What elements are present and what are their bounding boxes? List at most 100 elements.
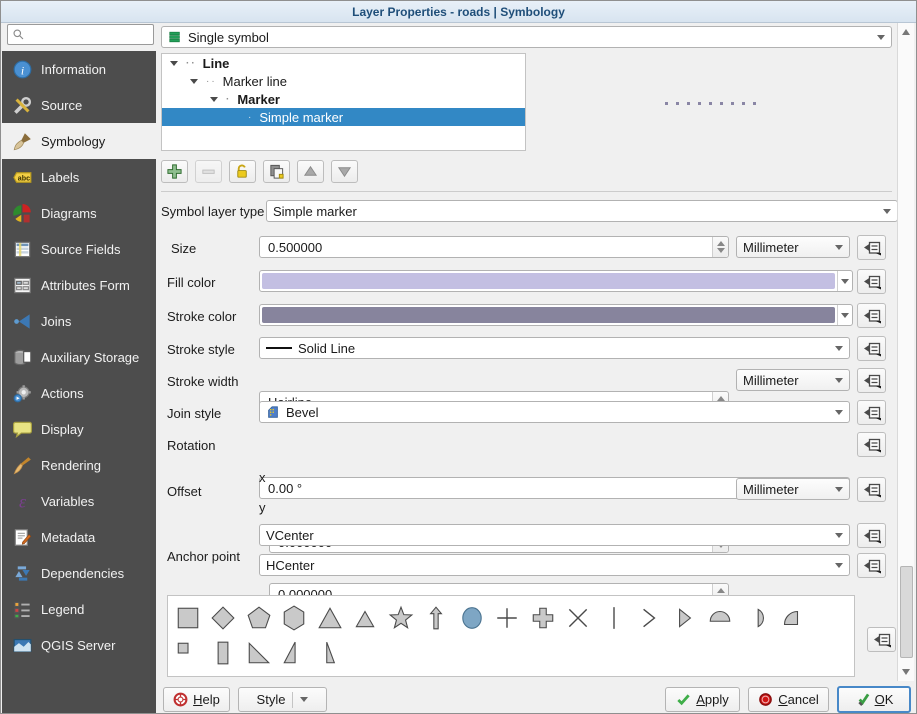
offset-x-label: x <box>259 470 266 485</box>
sidebar-item-symbology[interactable]: Symbology <box>2 123 156 159</box>
move-up-button[interactable] <box>297 160 324 183</box>
scrollbar-thumb[interactable] <box>900 566 913 658</box>
tree-item-simple-marker[interactable]: · Simple marker <box>162 108 525 126</box>
shape-cross[interactable] <box>490 600 526 635</box>
stroke-color-button[interactable] <box>259 304 853 326</box>
offset-unit-combobox[interactable]: Millimeter <box>736 478 850 500</box>
shape-left-half-triangle[interactable] <box>312 635 348 670</box>
stroke-style-combobox[interactable]: Solid Line <box>259 337 850 359</box>
add-symbol-layer-button[interactable] <box>161 160 188 183</box>
stroke-width-unit-combobox[interactable]: Millimeter <box>736 369 850 391</box>
shape-circle[interactable] <box>454 600 490 635</box>
fill-color-dropdown[interactable] <box>837 271 852 291</box>
anchor-hcenter-combobox[interactable]: HCenter <box>259 554 850 576</box>
lock-colors-button[interactable] <box>229 160 256 183</box>
sidebar-item-display[interactable]: Display <box>2 411 156 447</box>
sidebar-item-joins[interactable]: Joins <box>2 303 156 339</box>
fill-color-button[interactable] <box>259 270 853 292</box>
search-input[interactable] <box>25 27 149 43</box>
sidebar-item-variables[interactable]: ε Variables <box>2 483 156 519</box>
size-spinbox[interactable] <box>259 236 729 258</box>
size-unit-combobox[interactable]: Millimeter <box>736 236 850 258</box>
shape-cross2[interactable] <box>561 600 597 635</box>
shape-pentagon[interactable] <box>241 600 277 635</box>
style-button[interactable]: Style <box>238 687 327 712</box>
shape-equilateral-triangle[interactable] <box>348 600 384 635</box>
data-defined-override-button[interactable] <box>857 269 886 294</box>
shape-cross-fill[interactable] <box>525 600 561 635</box>
data-defined-override-button[interactable] <box>857 523 886 548</box>
data-defined-override-icon <box>862 238 882 258</box>
data-defined-override-button[interactable] <box>857 477 886 502</box>
data-defined-override-button[interactable] <box>857 400 886 425</box>
tree-item-marker[interactable]: · Marker <box>162 90 525 108</box>
data-defined-override-button[interactable] <box>857 303 886 328</box>
move-down-button[interactable] <box>331 160 358 183</box>
stroke-color-dropdown[interactable] <box>837 305 852 325</box>
shape-line[interactable] <box>596 600 632 635</box>
remove-symbol-layer-button[interactable] <box>195 160 222 183</box>
shape-arrow[interactable] <box>419 600 455 635</box>
tree-item-line[interactable]: ·· Line <box>162 54 525 72</box>
sidebar-item-source[interactable]: Source <box>2 87 156 123</box>
shape-filled-arrowhead[interactable] <box>667 600 703 635</box>
expander-icon[interactable] <box>190 79 198 84</box>
shape-quarter-circle[interactable] <box>774 600 810 635</box>
scroll-up-icon[interactable] <box>902 29 910 35</box>
title-bar[interactable]: Layer Properties - roads | Symbology <box>1 1 916 23</box>
vertical-scrollbar[interactable] <box>897 23 914 681</box>
data-defined-override-button[interactable] <box>857 553 886 578</box>
shape-diamond[interactable] <box>206 600 242 635</box>
cancel-button[interactable]: Cancel <box>748 687 829 712</box>
scroll-down-icon[interactable] <box>902 669 910 675</box>
shape-semicircle[interactable] <box>703 600 739 635</box>
anchor-vcenter-combobox[interactable]: VCenter <box>259 524 850 546</box>
ok-button[interactable]: OK <box>837 686 911 713</box>
sidebar-item-labels[interactable]: abc Labels <box>2 159 156 195</box>
symbology-icon <box>12 131 32 151</box>
help-button[interactable]: Help <box>163 687 230 712</box>
shape-third-circle[interactable] <box>738 600 774 635</box>
shape-arrowhead[interactable] <box>632 600 668 635</box>
symbol-layer-type-combobox[interactable]: Simple marker <box>266 200 898 222</box>
sidebar-item-qgis-server[interactable]: QGIS Server <box>2 627 156 663</box>
unit-value: Millimeter <box>743 373 799 388</box>
tree-item-marker-line[interactable]: ·· Marker line <box>162 72 525 90</box>
shape-half-square[interactable] <box>206 635 242 670</box>
sidebar-item-attributes-form[interactable]: Attributes Form <box>2 267 156 303</box>
duplicate-symbol-layer-button[interactable] <box>263 160 290 183</box>
symbol-layer-toolbar <box>161 160 358 183</box>
expander-icon[interactable] <box>210 97 218 102</box>
shape-hexagon[interactable] <box>277 600 313 635</box>
shape-triangle[interactable] <box>312 600 348 635</box>
shape-square[interactable] <box>170 600 206 635</box>
line-symbol-icon: ·· <box>186 58 197 69</box>
data-defined-override-button[interactable] <box>857 336 886 361</box>
shape-quarter-square[interactable] <box>170 635 206 670</box>
spin-buttons[interactable] <box>712 237 728 257</box>
legend-icon <box>12 599 32 619</box>
sidebar-item-legend[interactable]: Legend <box>2 591 156 627</box>
sidebar-item-source-fields[interactable]: Source Fields <box>2 231 156 267</box>
renderer-combobox[interactable]: Single symbol <box>161 26 892 48</box>
sidebar-item-metadata[interactable]: Metadata <box>2 519 156 555</box>
sidebar-item-dependencies[interactable]: Dependencies <box>2 555 156 591</box>
data-defined-override-button[interactable] <box>857 368 886 393</box>
apply-button[interactable]: Apply <box>665 687 740 712</box>
sidebar-item-information[interactable]: i Information <box>2 51 156 87</box>
sidebar-item-rendering[interactable]: Rendering <box>2 447 156 483</box>
sidebar-search[interactable] <box>7 24 154 45</box>
expander-icon[interactable] <box>170 61 178 66</box>
sidebar-item-actions[interactable]: Actions <box>2 375 156 411</box>
sidebar-item-auxiliary-storage[interactable]: Auxiliary Storage <box>2 339 156 375</box>
shape-star[interactable] <box>383 600 419 635</box>
size-input[interactable] <box>266 238 712 256</box>
sidebar-item-label: Attributes Form <box>41 278 130 293</box>
shape-right-half-triangle[interactable] <box>277 635 313 670</box>
join-style-combobox[interactable]: Bevel <box>259 401 850 423</box>
data-defined-override-button[interactable] <box>857 432 886 457</box>
data-defined-override-button[interactable] <box>857 235 886 260</box>
sidebar-item-diagrams[interactable]: Diagrams <box>2 195 156 231</box>
data-defined-override-button[interactable] <box>867 627 896 652</box>
shape-diagonal-half-square[interactable] <box>241 635 277 670</box>
